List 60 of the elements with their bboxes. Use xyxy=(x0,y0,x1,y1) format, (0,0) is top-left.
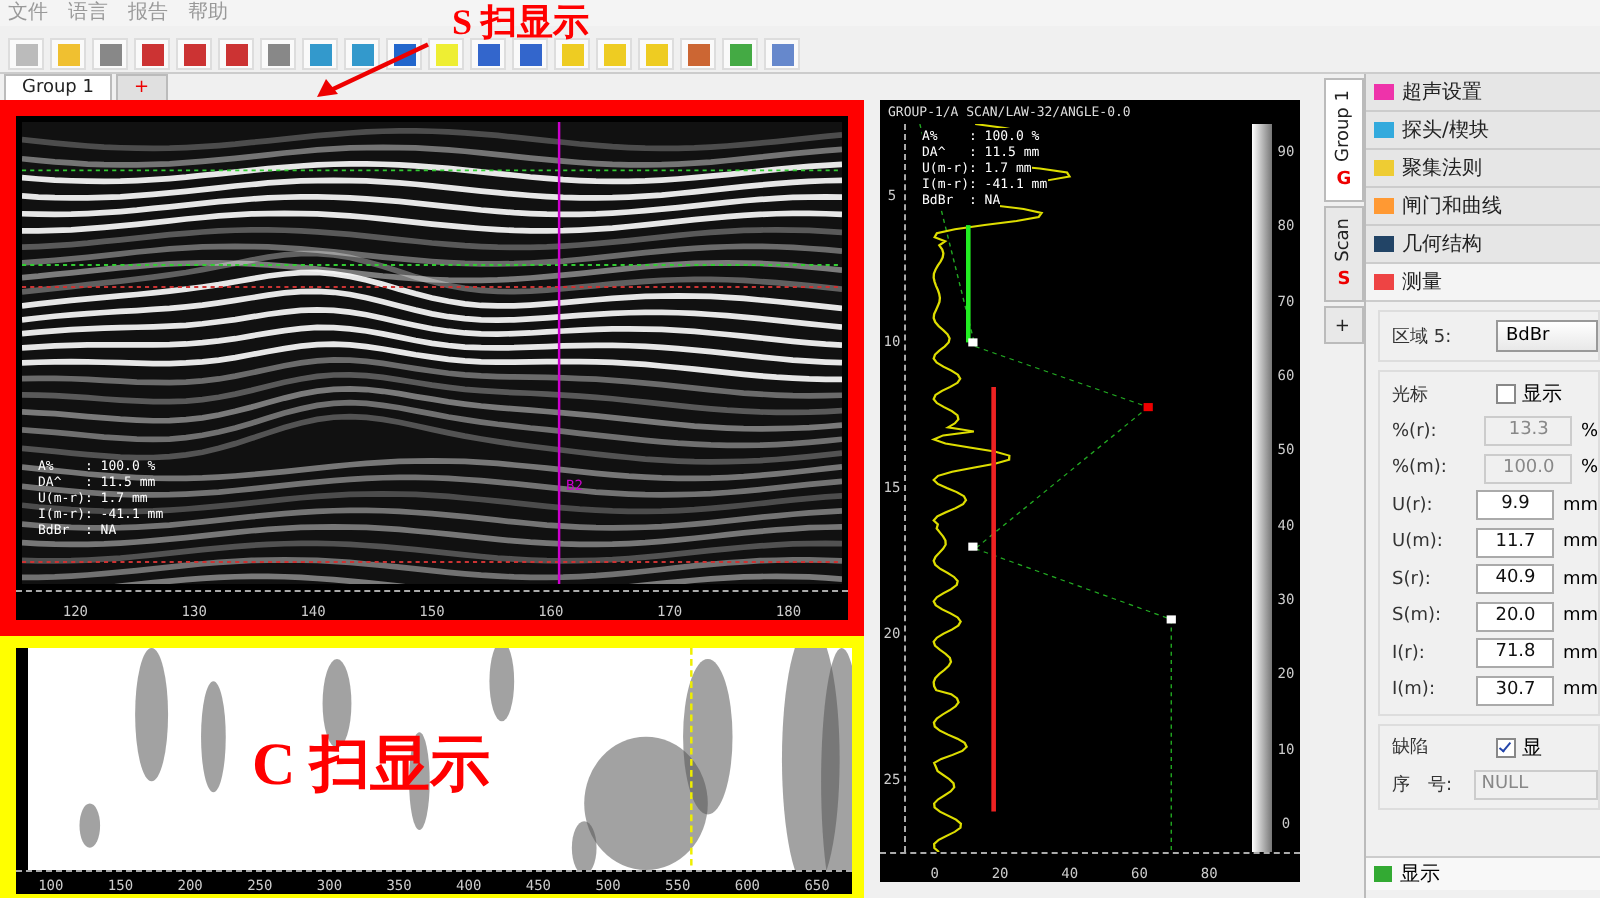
field-label: S(m): xyxy=(1392,606,1444,627)
value-field[interactable]: 30.7 xyxy=(1476,675,1555,706)
field-label: 序 号: xyxy=(1392,773,1455,798)
section-icon xyxy=(1374,236,1394,252)
field-label: I(r): xyxy=(1392,643,1427,664)
field-label: %(r): xyxy=(1392,421,1439,442)
value-field[interactable]: 40.9 xyxy=(1476,564,1555,595)
toolbar-icon[interactable] xyxy=(92,38,128,70)
toolbar-icon[interactable] xyxy=(722,38,758,70)
display-button[interactable]: 显示 xyxy=(1366,856,1600,890)
side-tab[interactable]: Scan S xyxy=(1324,206,1364,302)
show-checkbox[interactable]: 显 xyxy=(1496,733,1542,762)
section-icon xyxy=(1374,122,1394,138)
field-label: 缺陷 xyxy=(1392,735,1430,761)
side-tab[interactable]: Group 1 G xyxy=(1324,78,1364,202)
unit-label: mm xyxy=(1562,569,1598,590)
section-header[interactable]: 探头/楔块 xyxy=(1366,112,1600,150)
toolbar-icon[interactable] xyxy=(302,38,338,70)
unit-label: % xyxy=(1580,458,1598,479)
annotation-text: C 扫显示 xyxy=(252,730,491,802)
section-header[interactable]: 闸门和曲线 xyxy=(1366,188,1600,226)
toolbar-icon[interactable] xyxy=(344,38,380,70)
field-label: 区域 5: xyxy=(1392,325,1454,349)
section-icon xyxy=(1374,274,1394,290)
zone-dropdown[interactable]: BdBr xyxy=(1496,320,1598,352)
section-icon xyxy=(1374,198,1394,214)
unit-label: % xyxy=(1580,421,1598,442)
toolbar-icon[interactable] xyxy=(470,38,506,70)
unit-label: mm xyxy=(1562,495,1598,516)
value-field[interactable]: 71.8 xyxy=(1476,638,1555,669)
value-field[interactable]: 11.7 xyxy=(1476,527,1555,558)
annotation-text: S 扫显示 xyxy=(452,0,590,44)
toolbar-icon[interactable] xyxy=(176,38,212,70)
toolbar-icon[interactable] xyxy=(134,38,170,70)
field-label: I(m): xyxy=(1392,680,1437,701)
unit-label: mm xyxy=(1562,532,1598,553)
toolbar-icon[interactable] xyxy=(512,38,548,70)
unit-label: mm xyxy=(1562,680,1598,701)
group-tab[interactable]: Group 1 xyxy=(4,74,112,100)
unit-label: mm xyxy=(1562,606,1598,627)
toolbar-icon[interactable] xyxy=(260,38,296,70)
section-header[interactable]: 聚集法则 xyxy=(1366,150,1600,188)
field-label: U(r): xyxy=(1392,495,1435,516)
section-icon xyxy=(1374,84,1394,100)
toolbar-icon[interactable] xyxy=(764,38,800,70)
section-header[interactable]: 超声设置 xyxy=(1366,74,1600,112)
field-label: S(r): xyxy=(1392,569,1433,590)
section-header[interactable]: 测量 xyxy=(1366,264,1600,302)
field-label: 光标 xyxy=(1392,383,1430,408)
section-header[interactable]: 几何结构 xyxy=(1366,226,1600,264)
toolbar-icon[interactable] xyxy=(218,38,254,70)
show-checkbox[interactable]: 显示 xyxy=(1496,380,1562,409)
unit-label: mm xyxy=(1562,643,1598,664)
value-field[interactable]: 9.9 xyxy=(1476,490,1555,521)
section-icon xyxy=(1374,160,1394,176)
toolbar-icon[interactable] xyxy=(680,38,716,70)
value-field[interactable]: 20.0 xyxy=(1476,601,1555,632)
field-label: U(m): xyxy=(1392,532,1445,553)
side-tab[interactable]: + xyxy=(1324,305,1364,345)
field-label: %(m): xyxy=(1392,458,1449,479)
